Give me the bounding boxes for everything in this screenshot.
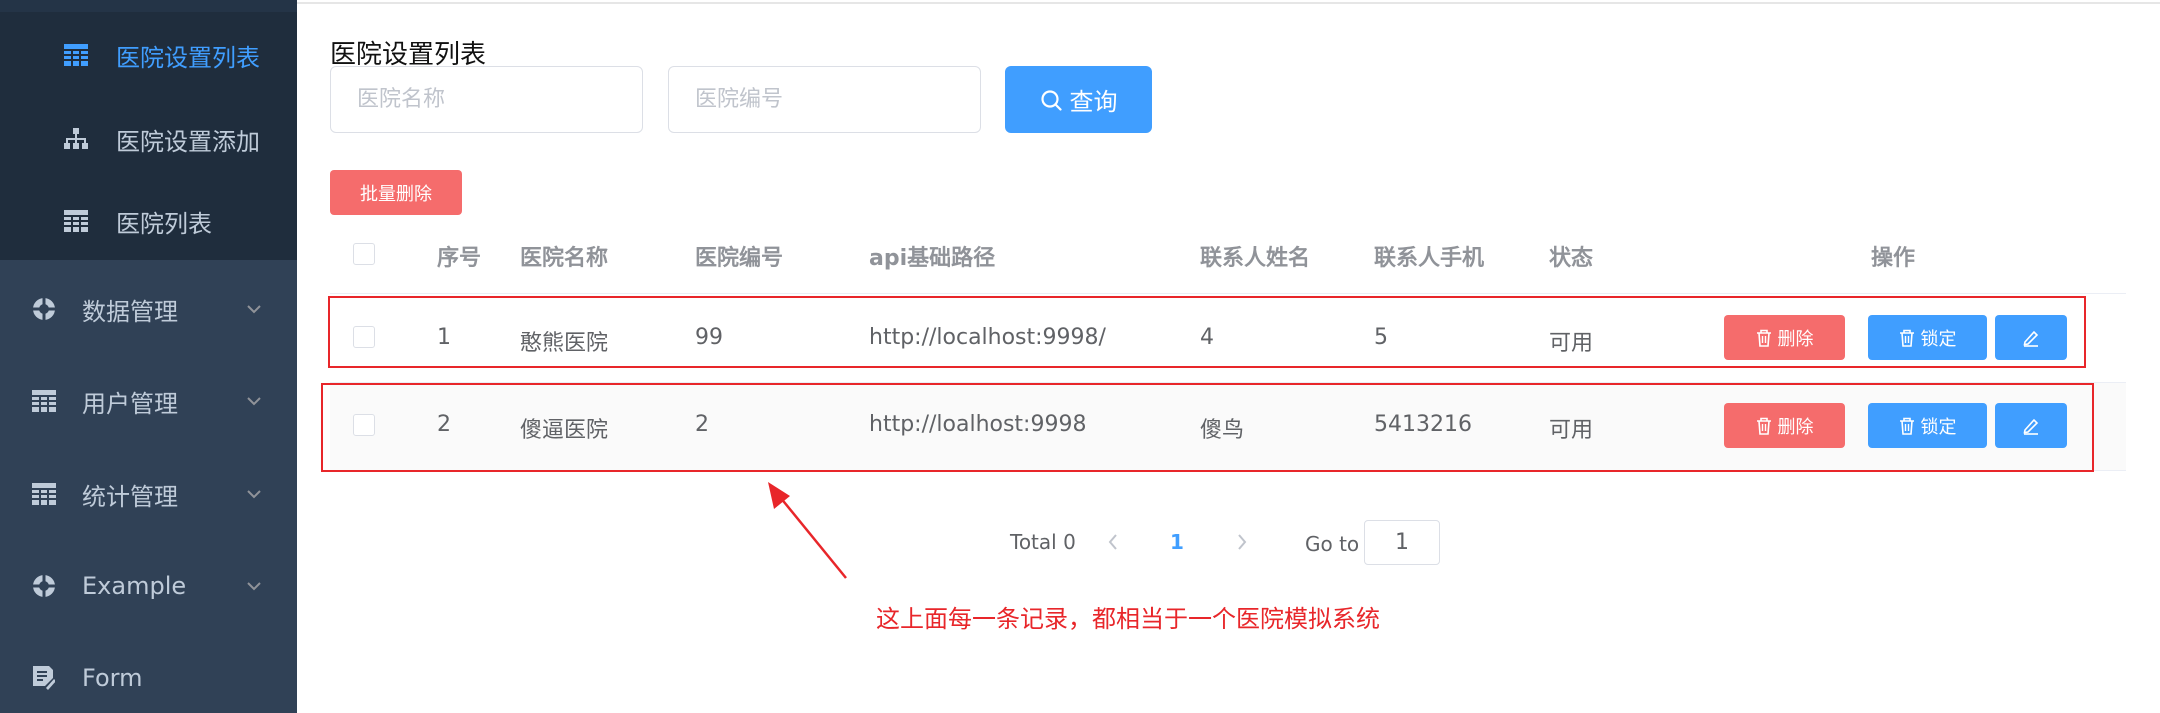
chevron-down-icon xyxy=(247,397,261,406)
menu-label: 用户管理 xyxy=(82,389,178,418)
submenu-hospital-settings: 医院设置列表 医院设置添加 医院列表 xyxy=(0,0,297,260)
submenu-item-label: 医院列表 xyxy=(116,209,212,238)
column-header: 状态 xyxy=(1549,246,1594,271)
column-header: 序号 xyxy=(437,246,482,271)
app-root: 医院设置列表 医院设置添加 医院列表 数据管理 用户管理 统计管理 Exampl… xyxy=(0,0,2160,713)
row-highlight-box xyxy=(328,296,2086,368)
pagination-total: Total 0 xyxy=(1010,530,1076,554)
page-number[interactable]: 1 xyxy=(1170,530,1184,554)
chevron-down-icon xyxy=(247,582,261,591)
hoscode-search-input[interactable] xyxy=(668,66,981,133)
table-icon xyxy=(31,481,57,507)
sidebar: 医院设置列表 医院设置添加 医院列表 数据管理 用户管理 统计管理 Exampl… xyxy=(0,0,297,713)
example-icon xyxy=(31,296,57,322)
chevron-left-icon xyxy=(1108,534,1117,550)
menu-label: 数据管理 xyxy=(82,297,178,326)
chevron-down-icon xyxy=(247,305,261,314)
goto-page-input[interactable] xyxy=(1364,520,1440,565)
submenu-item-label: 医院设置列表 xyxy=(116,43,260,72)
chevron-down-icon xyxy=(247,490,261,499)
table-icon xyxy=(63,42,89,68)
column-header: 操作 xyxy=(1871,246,1916,271)
hosname-search-input[interactable] xyxy=(330,66,643,133)
submenu-item-hospital-settings-list[interactable]: 医院设置列表 xyxy=(0,34,297,76)
column-header: 医院名称 xyxy=(520,246,609,271)
column-header: 医院编号 xyxy=(695,246,784,271)
row-highlight-box xyxy=(321,383,2094,472)
select-all-checkbox[interactable] xyxy=(353,243,375,265)
example-icon xyxy=(31,573,57,599)
menu-label: Form xyxy=(82,664,143,692)
submenu-item-label: 医院设置添加 xyxy=(116,127,260,156)
chevron-right-icon xyxy=(1238,534,1247,550)
goto-label: Go to xyxy=(1305,532,1360,556)
column-header: 联系人姓名 xyxy=(1200,246,1311,271)
menu-label: Example xyxy=(82,572,187,600)
menu-data-management[interactable]: 数据管理 xyxy=(0,288,297,330)
column-header: api基础路径 xyxy=(869,246,996,271)
menu-label: 统计管理 xyxy=(82,482,178,511)
menu-example[interactable]: Example xyxy=(0,565,297,607)
submenu-top-strip xyxy=(0,0,297,12)
form-icon xyxy=(31,665,57,691)
search-icon xyxy=(1040,89,1062,111)
query-button-label: 查询 xyxy=(1069,88,1118,116)
query-button[interactable]: 查询 xyxy=(1005,66,1152,133)
menu-form[interactable]: Form xyxy=(0,657,297,699)
submenu-item-hospital-settings-add[interactable]: 医院设置添加 xyxy=(0,118,297,160)
tree-icon xyxy=(63,126,89,152)
next-page-button[interactable] xyxy=(1232,530,1252,554)
batch-delete-button[interactable]: 批量删除 xyxy=(330,170,462,215)
column-header: 联系人手机 xyxy=(1374,246,1485,271)
table-icon xyxy=(63,208,89,234)
submenu-item-hospital-list[interactable]: 医院列表 xyxy=(0,200,297,242)
header-divider xyxy=(297,2,2160,4)
prev-page-button[interactable] xyxy=(1103,530,1123,554)
menu-user-management[interactable]: 用户管理 xyxy=(0,380,297,422)
table-icon xyxy=(31,388,57,414)
annotation-text: 这上面每一条记录，都相当于一个医院模拟系统 xyxy=(876,605,1380,633)
menu-statistics-management[interactable]: 统计管理 xyxy=(0,473,297,515)
table-divider xyxy=(330,293,2126,294)
